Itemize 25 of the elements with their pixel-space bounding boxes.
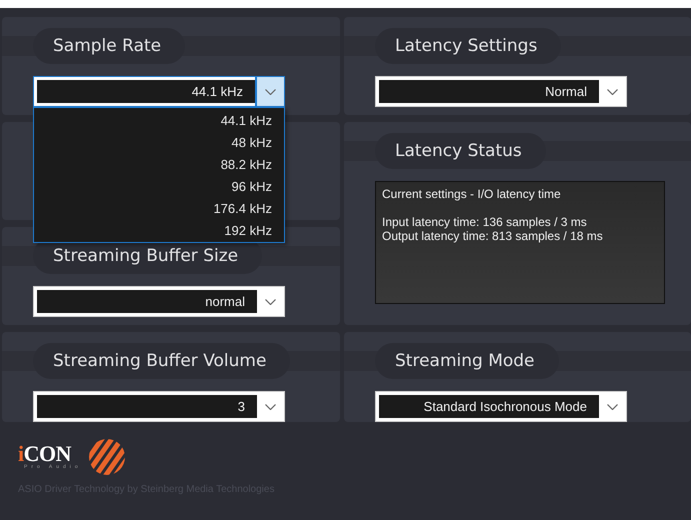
chevron-down-icon xyxy=(265,404,276,410)
status-text: Output latency time: 813 samples / 18 ms xyxy=(382,229,604,243)
section-title: Streaming Buffer Volume xyxy=(33,343,290,379)
dropdown[interactable]: normal xyxy=(33,286,285,317)
dropdown[interactable]: Standard Isochronous Mode xyxy=(375,391,627,422)
brand-logo: iCON xyxy=(18,444,72,464)
status-text: Input latency time: 136 samples / 3 ms xyxy=(382,215,588,229)
dropdown[interactable]: 44.1 kHz xyxy=(33,76,285,107)
chevron-down-icon xyxy=(607,404,618,410)
menu-item[interactable]: 44.1 kHz xyxy=(34,109,284,131)
chevron-down-icon xyxy=(265,298,276,304)
chevron-down-icon xyxy=(607,88,618,94)
menu-item[interactable]: 176.4 kHz xyxy=(34,197,284,219)
dropdown[interactable]: Normal xyxy=(375,76,627,107)
menu-item[interactable]: 96 kHz xyxy=(34,175,284,197)
menu-item[interactable]: 88.2 kHz xyxy=(34,153,284,175)
section-title: Latency Settings xyxy=(375,28,562,64)
chevron-down-icon xyxy=(265,88,276,94)
section-title: Streaming Mode xyxy=(375,343,559,379)
section-title: Latency Status xyxy=(375,133,546,169)
menu-item[interactable]: 48 kHz xyxy=(34,131,284,153)
section-title: Sample Rate xyxy=(33,28,186,64)
menu-item[interactable]: 192 kHz xyxy=(34,219,284,241)
dropdown[interactable]: 3 xyxy=(33,391,285,422)
status-text: Current settings - I/O latency time xyxy=(382,187,562,201)
